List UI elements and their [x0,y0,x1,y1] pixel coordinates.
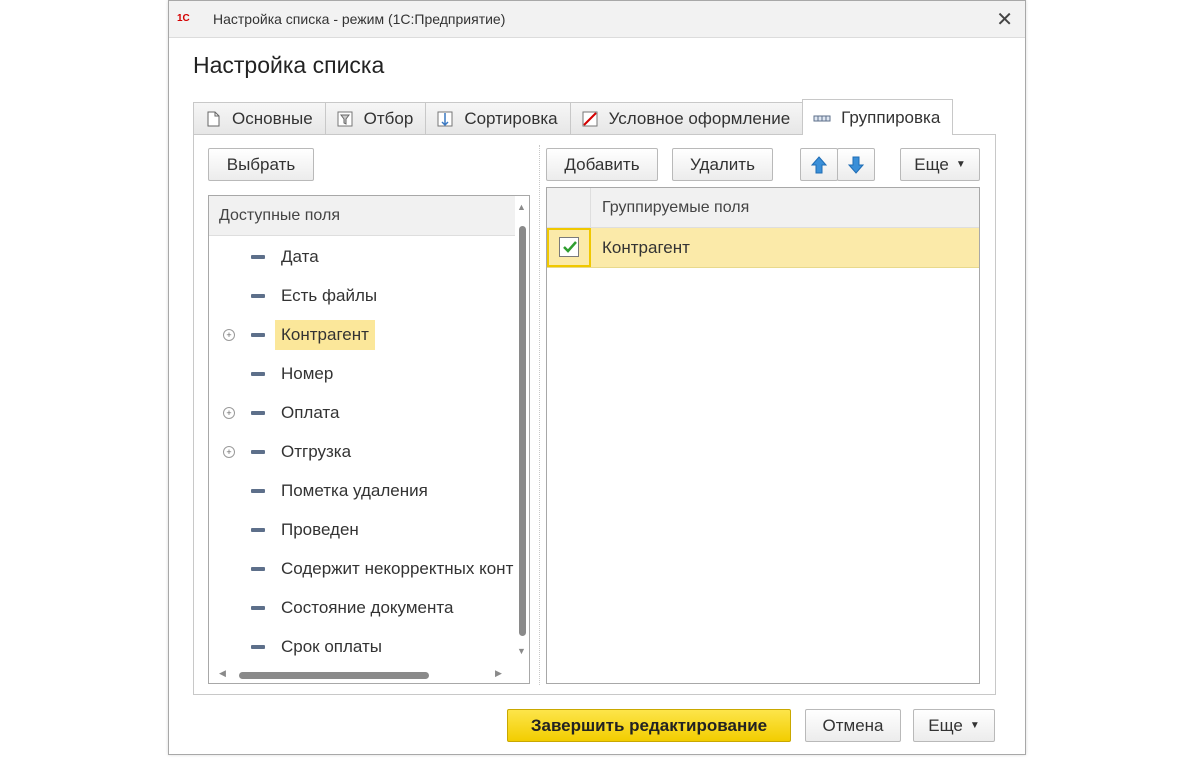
field-icon [251,372,265,376]
list-item[interactable]: + Отгрузка [209,433,515,471]
close-icon[interactable]: ✕ [996,7,1013,32]
document-icon [204,110,222,128]
title-bar: 1С Настройка списка - режим (1С:Предприя… [169,1,1025,38]
tab-bar: Основные Отбор Сортировка Условное оформ… [193,99,954,135]
list-item[interactable]: Дата [209,238,515,276]
expand-icon[interactable]: + [223,446,235,458]
chevron-down-icon: ▼ [955,159,966,170]
available-fields-header: Доступные поля [209,196,515,236]
tab-label: Отбор [363,109,414,128]
tab-label: Основные [232,109,313,128]
field-icon [251,450,265,454]
checkbox-cell [547,228,591,267]
field-label: Контрагент [275,320,375,350]
dialog-window: 1С Настройка списка - режим (1С:Предприя… [168,0,1026,755]
expand-icon[interactable]: + [223,407,235,419]
tab-grouping[interactable]: Группировка [802,99,954,135]
tab-label: Группировка [841,107,941,127]
tab-sort[interactable]: Сортировка [425,102,571,135]
arrow-down-icon [848,156,864,174]
window-title: Настройка списка - режим (1С:Предприятие… [213,11,506,27]
more-label: Еще [914,154,949,174]
tab-filter[interactable]: Отбор [324,102,427,135]
scroll-up-icon[interactable]: ▲ [517,202,526,212]
more-button[interactable]: Еще ▼ [900,148,980,181]
divider [539,145,540,685]
field-icon [251,411,265,415]
filter-icon [336,110,354,128]
field-icon [251,333,265,337]
expand-icon[interactable]: + [223,329,235,341]
field-icon [251,294,265,298]
scrollbar-thumb[interactable] [519,226,526,636]
field-icon [251,606,265,610]
field-icon [251,645,265,649]
sort-icon [436,110,454,128]
list-item[interactable]: + Контрагент [209,316,515,354]
chevron-down-icon: ▼ [969,720,980,731]
list-item[interactable]: Пометка удаления [209,472,515,510]
table-row[interactable]: Контрагент [547,228,979,268]
move-down-button[interactable] [837,148,875,181]
field-label: Отгрузка [281,442,352,461]
list-item[interactable]: + Оплата [209,394,515,432]
field-label: Дата [281,247,319,266]
field-icon [251,567,265,571]
field-label: Содержит некорректных конт [281,559,514,578]
list-item[interactable]: Содержит некорректных конт [209,550,515,588]
field-label: Проведен [281,520,359,539]
tab-label: Сортировка [464,109,558,128]
tab-label: Условное оформление [608,109,791,128]
select-button[interactable]: Выбрать [208,148,314,181]
move-up-button[interactable] [800,148,838,181]
vertical-scrollbar[interactable]: ▲ ▼ [515,196,529,666]
grouping-panel: Выбрать Доступные поля Дата Есть файлы +… [193,134,996,695]
scroll-down-icon[interactable]: ▼ [517,646,526,656]
field-icon [251,489,265,493]
field-label: Номер [281,364,334,383]
list-item[interactable]: Срок оплаты [209,628,515,666]
field-label: Оплата [281,403,340,422]
list-item[interactable]: Проведен [209,511,515,549]
grouped-fields-table: Группируемые поля Контрагент [546,187,980,684]
tab-conditional-format[interactable]: Условное оформление [569,102,804,135]
grouped-fields-header: Группируемые поля [591,188,979,228]
page-title: Настройка списка [193,52,385,78]
more-label: Еще [928,715,963,735]
field-label: Срок оплаты [281,637,383,656]
field-label: Состояние документа [281,598,454,617]
list-item[interactable]: Номер [209,355,515,393]
app-logo-icon: 1С [177,13,190,24]
finish-editing-button[interactable]: Завершить редактирование [507,709,791,742]
footer-more-button[interactable]: Еще ▼ [913,709,995,742]
field-icon [251,255,265,259]
scroll-left-icon[interactable]: ◀ [219,668,226,679]
arrow-up-icon [811,155,827,174]
delete-button[interactable]: Удалить [672,148,773,181]
scrollbar-thumb[interactable] [239,672,429,679]
field-label: Есть файлы [281,286,378,305]
tab-main[interactable]: Основные [193,102,326,135]
add-button[interactable]: Добавить [546,148,658,181]
field-icon [251,528,265,532]
horizontal-scrollbar[interactable]: ◀ ▶ [209,667,515,683]
cancel-button[interactable]: Отмена [805,709,901,742]
field-label: Пометка удаления [281,481,428,500]
use-checkbox[interactable] [559,237,579,257]
conditional-format-icon [581,110,599,128]
list-item[interactable]: Состояние документа [209,589,515,627]
scroll-right-icon[interactable]: ▶ [495,668,502,679]
grouped-field-label: Контрагент [602,238,690,257]
grouping-icon [813,109,831,127]
available-fields-list: Доступные поля Дата Есть файлы + Контраг… [208,195,530,684]
checkbox-column-header [547,188,591,228]
list-item[interactable]: Есть файлы [209,277,515,315]
